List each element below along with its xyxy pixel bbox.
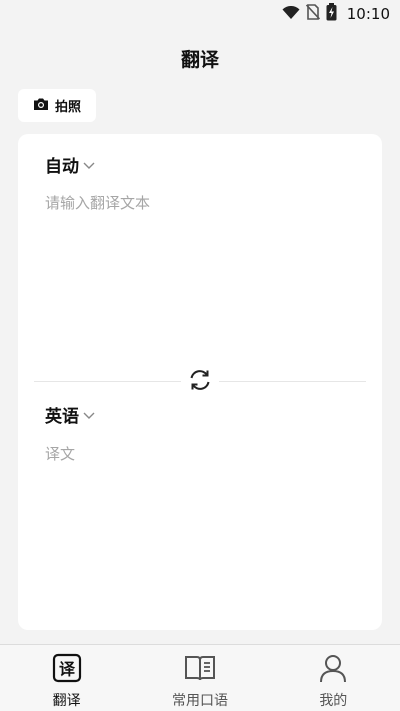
photo-button[interactable]: 拍照	[18, 89, 96, 122]
target-language-select[interactable]: 英语	[45, 402, 96, 427]
tab-translate[interactable]: 译 翻译	[0, 645, 133, 711]
translate-icon: 译	[52, 653, 82, 687]
header: 翻译	[0, 40, 400, 76]
tab-label: 我的	[319, 693, 348, 709]
battery-charging-icon	[326, 3, 337, 25]
source-language-label: 自动	[45, 157, 79, 177]
wifi-icon	[282, 5, 300, 24]
tab-label: 常用口语	[171, 693, 228, 709]
person-icon	[318, 653, 348, 687]
tab-label: 翻译	[52, 693, 81, 709]
target-language-label: 英语	[45, 407, 79, 427]
translation-output: 译文	[45, 445, 76, 463]
chevron-down-icon	[82, 155, 96, 175]
bottom-tab-bar: 译 翻译 常用口语 我的	[0, 644, 400, 711]
status-bar: 10:10	[0, 0, 400, 28]
source-text-input[interactable]	[45, 192, 355, 372]
source-language-select[interactable]: 自动	[45, 152, 96, 177]
swap-language-button[interactable]	[181, 368, 219, 396]
photo-button-label: 拍照	[54, 100, 81, 115]
chevron-down-icon	[82, 405, 96, 425]
camera-icon	[33, 97, 49, 115]
translator-card: 自动 英语 译文	[18, 134, 382, 630]
page-title: 翻译	[180, 48, 219, 71]
no-sim-icon	[305, 4, 320, 24]
status-time: 10:10	[346, 5, 390, 23]
svg-text:译: 译	[59, 660, 76, 679]
tab-profile[interactable]: 我的	[267, 645, 400, 711]
swap-refresh-icon	[187, 367, 213, 397]
book-icon	[184, 653, 216, 687]
tab-common-phrases[interactable]: 常用口语	[133, 645, 266, 711]
